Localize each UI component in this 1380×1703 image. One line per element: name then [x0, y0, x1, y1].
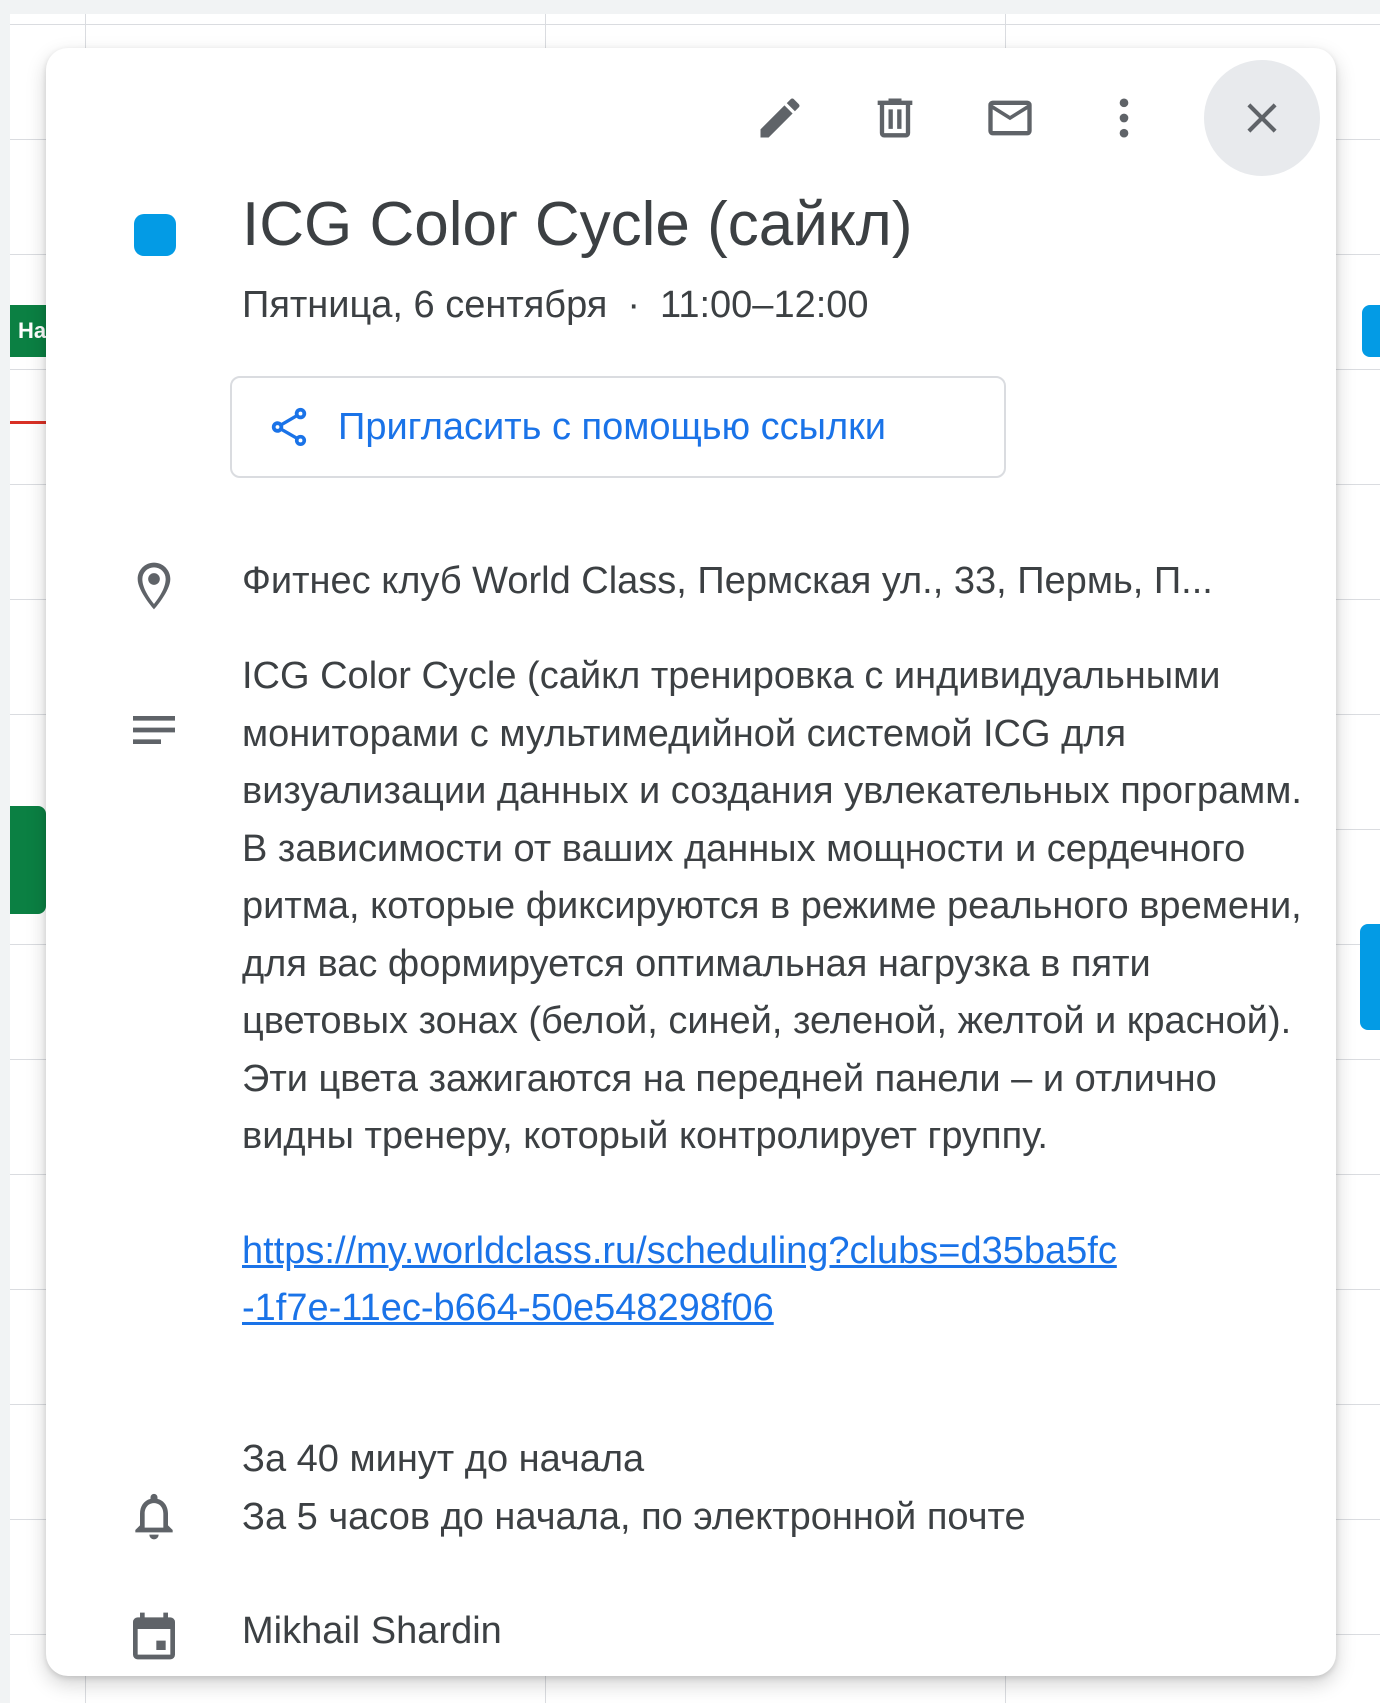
event-reminders: За 40 минут до начала За 5 часов до нача… — [242, 1430, 1026, 1546]
event-color-indicator — [134, 214, 176, 256]
pencil-icon — [760, 98, 800, 138]
more-vert-icon — [1119, 98, 1129, 138]
background-event-block[interactable] — [10, 806, 46, 914]
event-date: Пятница, 6 сентября — [242, 284, 608, 326]
invite-label: Пригласить с помощью ссылки — [338, 405, 886, 448]
event-time: 11:00–12:00 — [660, 284, 869, 326]
event-location[interactable]: Фитнес клуб World Class, Пермская ул., 3… — [242, 560, 1312, 603]
calendar-owner: Mikhail Shardin — [242, 1610, 502, 1652]
delete-event-button[interactable] — [837, 60, 953, 176]
event-details-popup: ICG Color Cycle (сайкл) Пятница, 6 сентя… — [46, 48, 1336, 1676]
close-button[interactable] — [1204, 60, 1320, 176]
description-text: ICG Color Cycle (сайкл тренировка с инди… — [242, 655, 1302, 1157]
background-event-chip[interactable]: На — [10, 305, 50, 357]
current-time-indicator — [10, 421, 50, 424]
more-options-button[interactable] — [1066, 60, 1182, 176]
trash-icon — [877, 98, 913, 138]
location-icon — [126, 558, 182, 614]
description-link[interactable]: https://my.worldclass.ru/scheduling?club… — [242, 1223, 1122, 1338]
background-event-chip-right[interactable] — [1362, 305, 1380, 357]
edit-event-button[interactable] — [722, 60, 838, 176]
event-title: ICG Color Cycle (сайкл) — [242, 190, 913, 259]
datetime-separator: · — [627, 284, 641, 326]
share-icon — [271, 407, 307, 447]
invite-via-link-button[interactable]: Пригласить с помощью ссылки — [230, 376, 1006, 478]
event-description: ICG Color Cycle (сайкл тренировка с инди… — [242, 648, 1312, 1338]
background-event-block-right[interactable] — [1360, 924, 1380, 1030]
bell-icon — [126, 1488, 182, 1544]
calendar-icon — [126, 1608, 182, 1664]
close-icon — [1247, 103, 1277, 133]
event-datetime: Пятница, 6 сентября · 11:00–12:00 — [242, 284, 869, 327]
email-guests-button[interactable] — [952, 60, 1068, 176]
mail-icon — [988, 100, 1032, 136]
reminder-item: За 5 часов до начала, по электронной поч… — [242, 1496, 1026, 1538]
reminder-item: За 40 минут до начала — [242, 1438, 645, 1480]
description-icon — [126, 702, 182, 758]
